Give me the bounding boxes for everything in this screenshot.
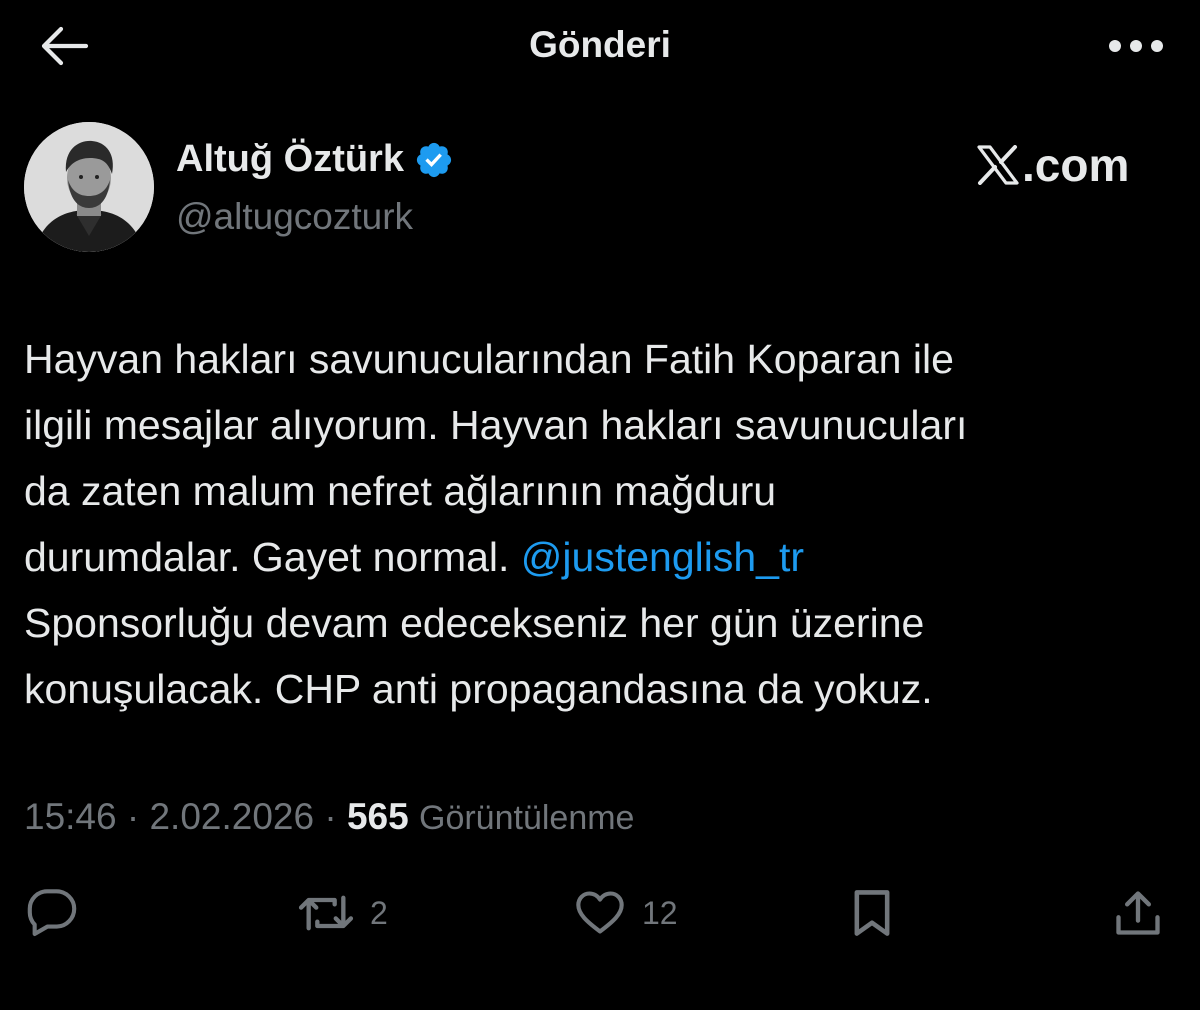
tweet-line: durumdalar. Gayet normal. @justenglish_t…: [24, 524, 1174, 590]
verified-badge-icon: [416, 142, 452, 177]
top-bar: Gönderi: [0, 0, 1200, 92]
meta-separator: ·: [126, 796, 140, 837]
heart-icon: [576, 891, 624, 934]
share-button[interactable]: [1112, 880, 1164, 946]
avatar-portrait-icon: [24, 122, 154, 252]
repost-icon: [298, 895, 354, 931]
author-display-name[interactable]: Altuğ Öztürk: [176, 138, 454, 181]
tweet-meta: 15:46 · 2.02.2026 · 565 Görüntülenme: [24, 796, 634, 838]
meta-separator: ·: [324, 796, 337, 837]
author-name-text: Altuğ Öztürk: [176, 138, 404, 180]
like-count: 12: [642, 894, 678, 931]
more-dots-icon: [1109, 40, 1163, 52]
page-title: Gönderi: [529, 24, 671, 65]
mention-link[interactable]: @justenglish_tr: [521, 534, 804, 580]
action-bar: 2 12: [0, 880, 1200, 950]
x-logo-icon: [977, 145, 1019, 185]
repost-button[interactable]: 2: [296, 880, 388, 946]
xcom-watermark: .com: [976, 138, 1129, 192]
back-button[interactable]: [36, 22, 92, 70]
avatar[interactable]: [24, 122, 154, 252]
like-button[interactable]: 12: [572, 880, 678, 946]
bookmark-icon: [854, 890, 890, 936]
repost-count: 2: [370, 894, 388, 931]
tweet-line: Hayvan hakları savunucularından Fatih Ko…: [24, 336, 954, 382]
tweet-line: konuşulacak. CHP anti propagandasına da …: [24, 666, 933, 712]
tweet-text: Hayvan hakları savunucularından Fatih Ko…: [24, 326, 1174, 722]
tweet-line: da zaten malum nefret ağlarının mağduru: [24, 468, 777, 514]
share-icon: [1116, 891, 1160, 935]
views-count: 565: [346, 796, 409, 837]
reply-button[interactable]: [24, 880, 80, 946]
back-arrow-icon: [41, 26, 89, 66]
tweet-line-text: durumdalar. Gayet normal.: [24, 534, 521, 580]
xcom-text: .com: [1022, 139, 1130, 191]
tweet-date[interactable]: 2.02.2026: [149, 796, 314, 837]
reply-icon: [27, 889, 77, 936]
more-options-button[interactable]: [1104, 24, 1168, 68]
tweet-line: Sponsorluğu devam edecekseniz her gün üz…: [24, 600, 925, 646]
tweet-time[interactable]: 15:46: [24, 796, 117, 837]
author-handle[interactable]: @altugcozturk: [176, 196, 413, 238]
tweet-line: ilgili mesajlar alıyorum. Hayvan hakları…: [24, 402, 968, 448]
views-label: Görüntülenme: [419, 799, 635, 837]
bookmark-button[interactable]: [848, 880, 896, 946]
